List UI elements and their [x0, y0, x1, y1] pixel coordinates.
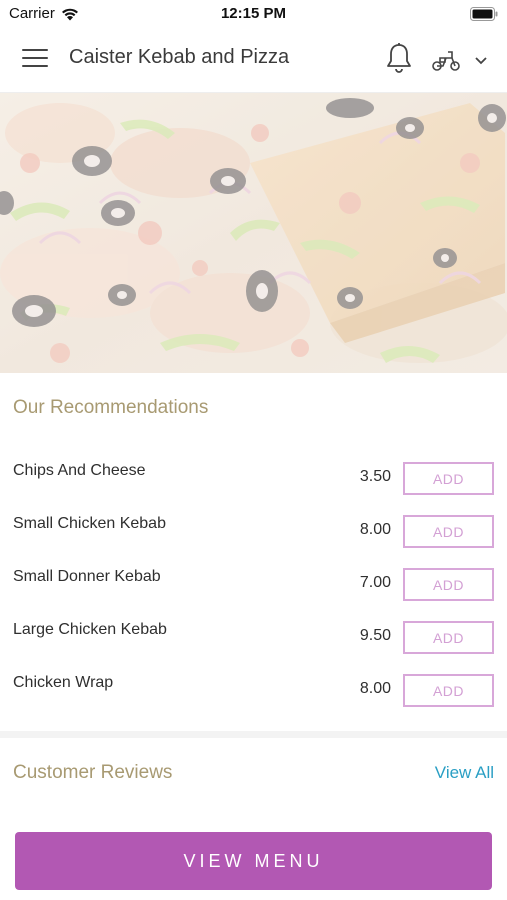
reviews-title: Customer Reviews [13, 762, 173, 783]
battery-icon [470, 7, 498, 26]
list-item: Chicken Wrap 8.00 ADD [0, 674, 507, 727]
item-name: Chips And Cheese [13, 462, 146, 479]
pizza-photo [0, 93, 507, 373]
list-item: Large Chicken Kebab 9.50 ADD [0, 621, 507, 674]
status-time: 12:15 PM [220, 5, 287, 22]
item-name: Small Donner Kebab [13, 568, 161, 585]
section-divider [0, 731, 507, 738]
item-name: Small Chicken Kebab [13, 515, 166, 532]
add-button[interactable]: ADD [403, 621, 494, 654]
view-all-link[interactable]: View All [435, 763, 494, 783]
list-item: Small Donner Kebab 7.00 ADD [0, 568, 507, 621]
page-title: Caister Kebab and Pizza [69, 46, 290, 68]
item-price: 3.50 [359, 468, 391, 485]
item-name: Chicken Wrap [13, 674, 114, 691]
recommendations-title: Our Recommendations [13, 397, 209, 418]
list-item: Small Chicken Kebab 8.00 ADD [0, 515, 507, 568]
app-header: Caister Kebab and Pizza [0, 26, 507, 93]
scooter-icon [432, 51, 460, 71]
recommendations-section: Our Recommendations Chips And Cheese 3.5… [0, 373, 507, 731]
list-item: Chips And Cheese 3.50 ADD [0, 462, 507, 515]
item-price: 8.00 [359, 521, 391, 538]
item-price: 7.00 [359, 574, 391, 591]
reviews-section: Customer Reviews View All [0, 738, 507, 808]
bell-icon[interactable] [385, 42, 413, 74]
add-button[interactable]: ADD [403, 515, 494, 548]
item-name: Large Chicken Kebab [13, 621, 167, 638]
item-price: 9.50 [359, 627, 391, 644]
status-bar: Carrier 12:15 PM [0, 0, 507, 26]
view-menu-button[interactable]: VIEW MENU [15, 832, 492, 890]
add-button[interactable]: ADD [403, 568, 494, 601]
add-button[interactable]: ADD [403, 674, 494, 707]
chevron-down-icon [475, 57, 487, 65]
delivery-mode-selector[interactable] [431, 47, 493, 73]
item-price: 8.00 [359, 680, 391, 697]
menu-icon[interactable] [22, 49, 48, 69]
add-button[interactable]: ADD [403, 462, 494, 495]
